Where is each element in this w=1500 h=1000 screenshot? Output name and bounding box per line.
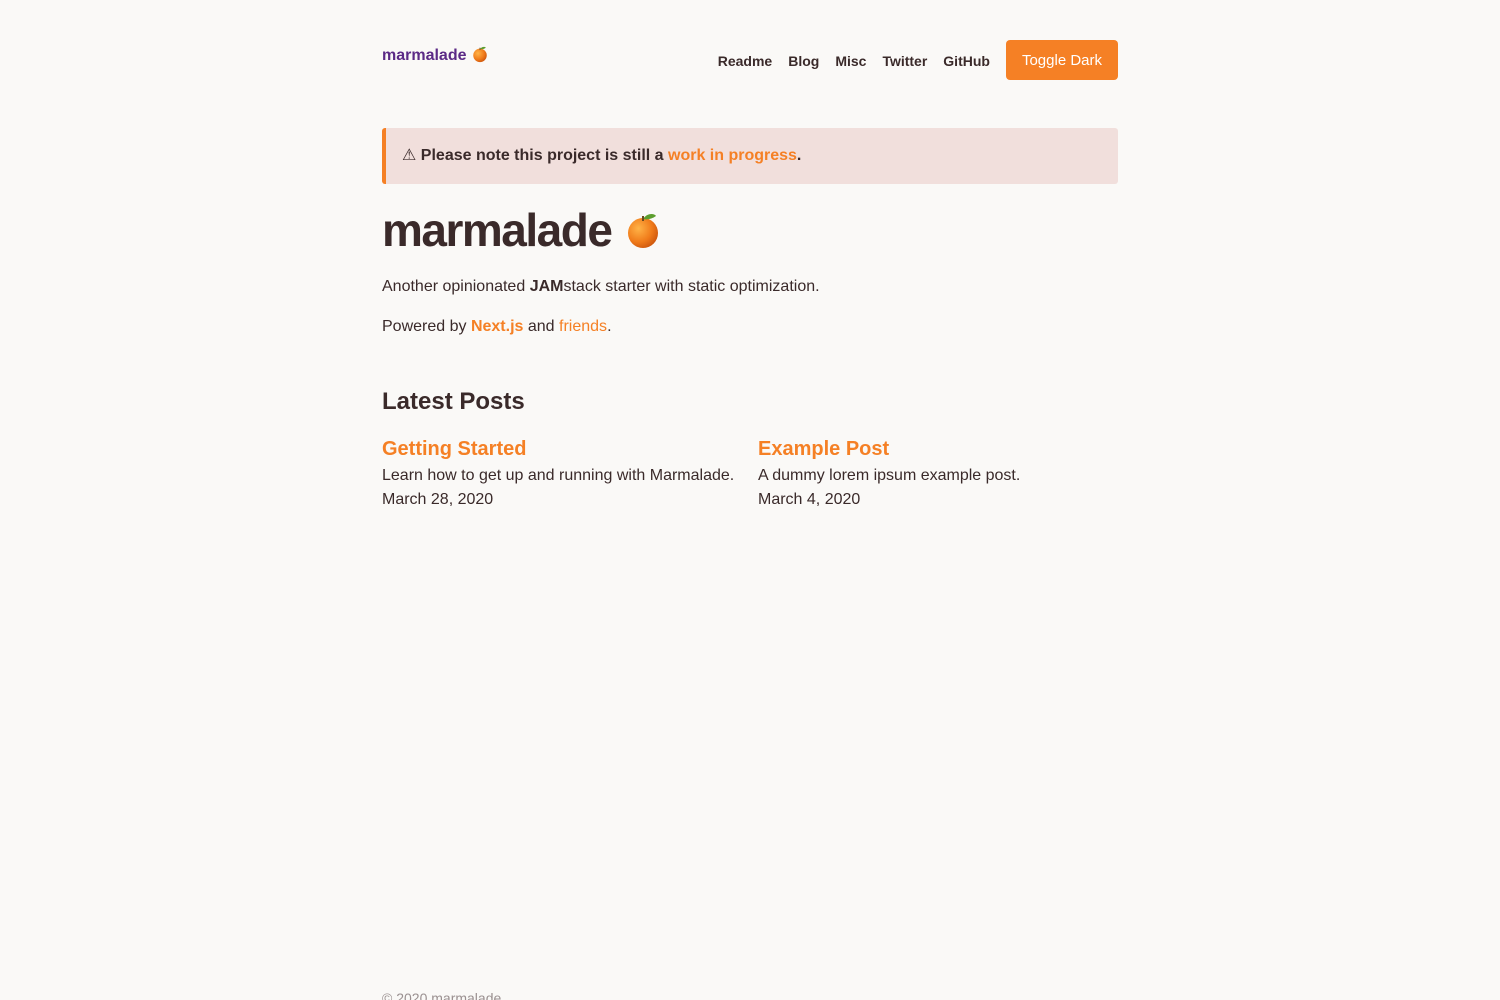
friends-link[interactable]: friends xyxy=(559,318,607,335)
toggle-dark-button[interactable]: Toggle Dark xyxy=(1005,40,1118,80)
latest-posts-heading: Latest Posts xyxy=(382,388,525,415)
powered-by-text: Powered by xyxy=(382,318,467,335)
nav-github[interactable]: GitHub xyxy=(943,53,990,69)
post-date: March 4, 2020 xyxy=(758,491,861,508)
powered-and-text: and xyxy=(527,318,555,335)
post-card: Getting Started Learn how to get up and … xyxy=(382,436,750,512)
wip-notice: ⚠ Please note this project is still a wo… xyxy=(382,128,1118,184)
logo-text: marmalade xyxy=(382,47,467,64)
intro-jam: JAM xyxy=(529,278,564,295)
post-description: A dummy lorem ipsum example post. xyxy=(758,467,1021,484)
page-title-text: marmalade xyxy=(382,204,613,256)
intro-text-before: Another opinionated xyxy=(382,278,526,295)
post-card: Example Post A dummy lorem ipsum example… xyxy=(758,436,1126,512)
logo-link[interactable]: marmalade xyxy=(382,45,489,65)
post-title-link[interactable]: Example Post xyxy=(758,436,1126,462)
orange-icon xyxy=(471,45,489,63)
notice-period: . xyxy=(796,147,802,164)
site-footer: © 2020 marmalade xyxy=(382,990,502,1000)
post-date: March 28, 2020 xyxy=(382,491,494,508)
wip-link[interactable]: work in progress xyxy=(668,147,797,164)
main-nav: Readme Blog Misc Twitter GitHub Toggle D… xyxy=(718,40,1118,80)
intro-text-after: stack starter with static optimization. xyxy=(563,278,820,295)
nextjs-link[interactable]: Next.js xyxy=(471,318,523,335)
nav-misc[interactable]: Misc xyxy=(835,53,866,69)
powered-period: . xyxy=(607,318,612,335)
warning-icon: ⚠ xyxy=(402,147,417,164)
post-description: Learn how to get up and running with Mar… xyxy=(382,467,735,484)
notice-text: Please note this project is still a xyxy=(420,147,664,164)
orange-icon xyxy=(623,210,663,250)
nav-blog[interactable]: Blog xyxy=(788,53,819,69)
powered-by-paragraph: Powered by Next.js and friends. xyxy=(382,318,612,336)
page-container: marmalade Readme Blog Misc Twitter GitHu… xyxy=(382,0,1118,1000)
post-title-link[interactable]: Getting Started xyxy=(382,436,750,462)
page-title: marmalade xyxy=(382,198,663,262)
nav-readme[interactable]: Readme xyxy=(718,53,772,69)
nav-twitter[interactable]: Twitter xyxy=(882,53,927,69)
intro-paragraph: Another opinionated JAMstack starter wit… xyxy=(382,278,820,296)
site-header: marmalade Readme Blog Misc Twitter GitHu… xyxy=(382,40,1118,80)
